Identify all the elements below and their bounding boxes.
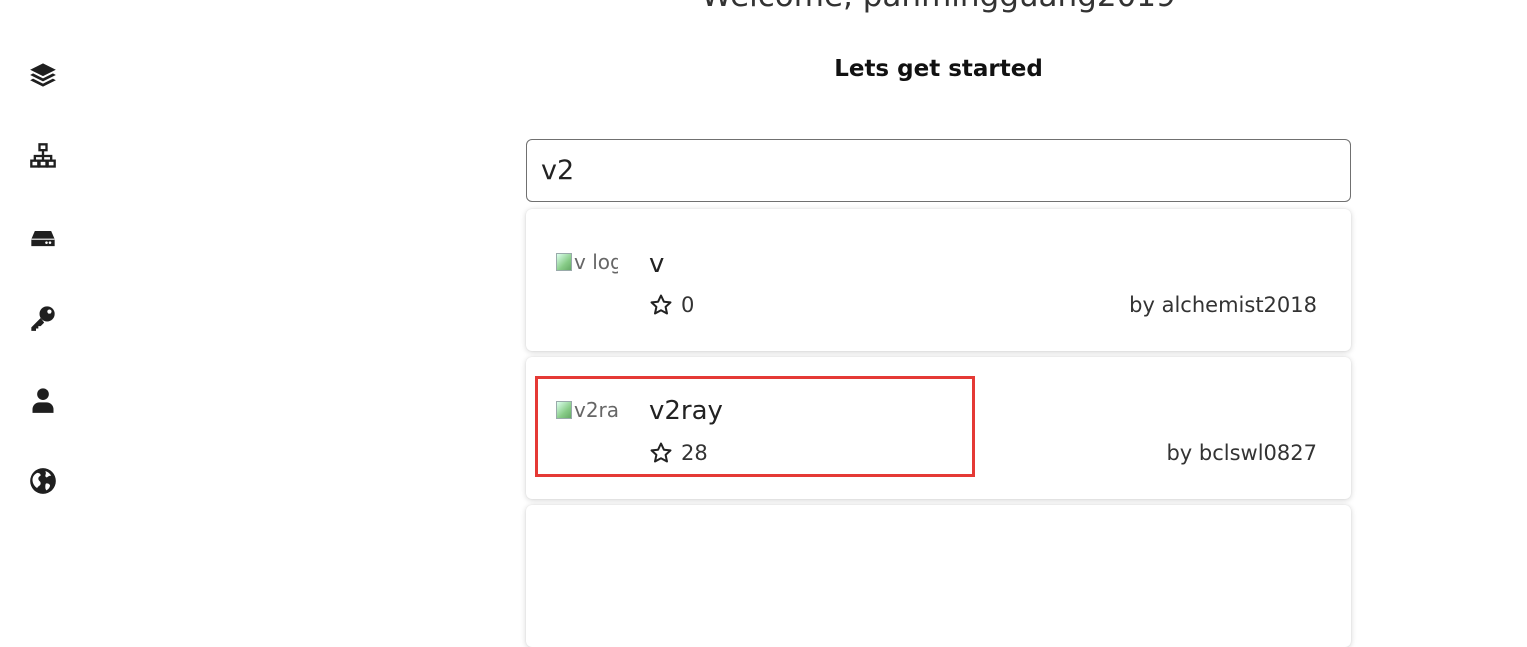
broken-image-icon: [556, 401, 572, 419]
star-icon[interactable]: [649, 293, 673, 317]
page-subtitle: Lets get started: [526, 56, 1351, 82]
star-count-value: 0: [681, 293, 694, 317]
package-name: v: [649, 249, 664, 279]
logo-alt-text: v2ray: [574, 398, 618, 422]
welcome-heading: Welcome, panmingguang2019: [526, 0, 1351, 14]
layers-icon[interactable]: [28, 60, 58, 90]
search-input[interactable]: [526, 139, 1351, 202]
package-name: v2ray: [649, 396, 723, 426]
star-count: 28: [649, 441, 708, 465]
result-card-partial[interactable]: [526, 505, 1351, 647]
key-icon[interactable]: [28, 303, 58, 333]
package-author: by alchemist2018: [1129, 293, 1317, 317]
broken-image-icon: [556, 253, 572, 271]
network-icon[interactable]: [28, 141, 58, 171]
server-drive-icon[interactable]: [28, 223, 58, 253]
package-author: by bclswl0827: [1166, 441, 1317, 465]
logo-alt-text: v logo: [574, 250, 618, 274]
result-card-v2ray[interactable]: v2ray v2ray 28 by bclswl0827: [526, 357, 1351, 499]
package-logo: v2ray: [556, 397, 618, 423]
star-icon[interactable]: [649, 441, 673, 465]
star-count: 0: [649, 293, 694, 317]
user-icon[interactable]: [28, 385, 58, 415]
sidebar: [0, 0, 86, 518]
result-card-v[interactable]: v logo v 0 by alchemist2018: [526, 209, 1351, 351]
star-count-value: 28: [681, 441, 708, 465]
package-logo: v logo: [556, 249, 618, 275]
globe-icon[interactable]: [28, 466, 58, 496]
